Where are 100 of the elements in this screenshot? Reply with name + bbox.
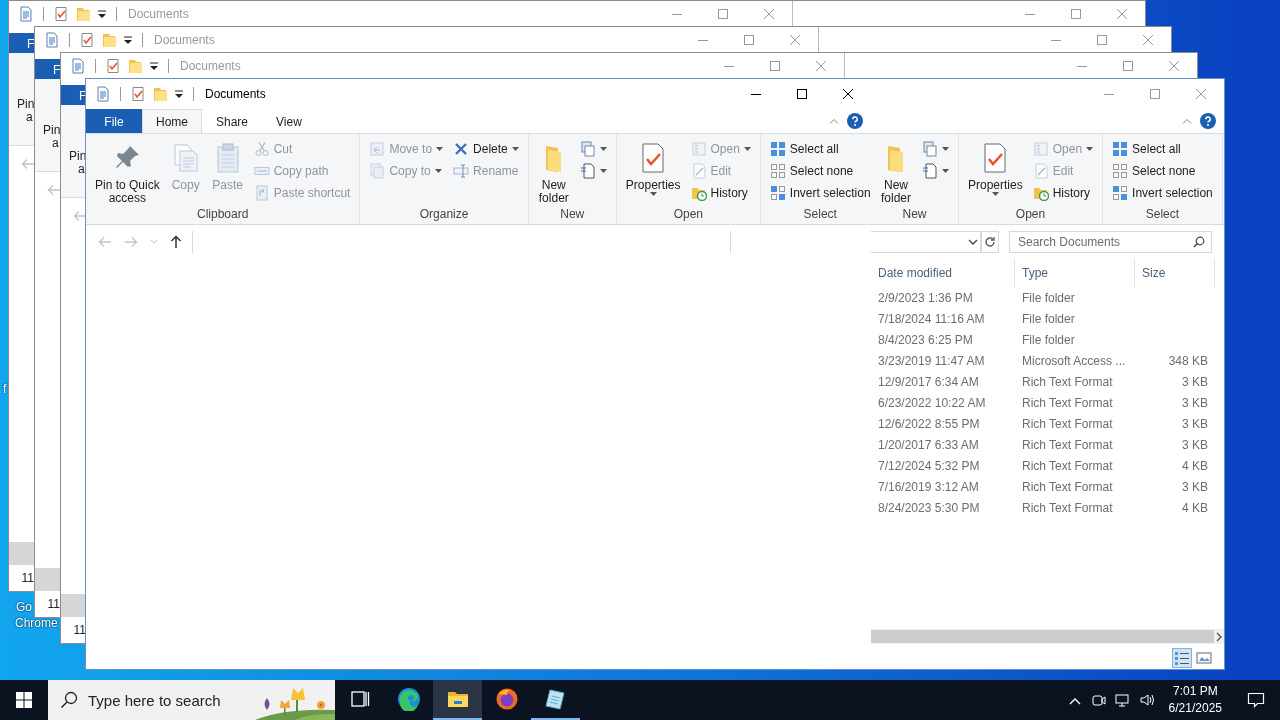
table-cell-text: 4 KB [1181,499,1209,517]
checkmark-icon[interactable] [105,58,121,74]
table-cell-text: 3/23/2019 11:47 AM [877,352,986,370]
pencil-page-icon [690,163,707,179]
checkmark-icon[interactable] [79,32,95,48]
invert-selection-button[interactable]: Invert selection [766,182,874,204]
invert-selection-button[interactable]: Invert selection [1109,182,1216,204]
new-folder-button[interactable]: New folder [534,138,573,205]
caret-icon[interactable] [149,61,159,71]
table-cell-text: 3 KB [1181,436,1209,454]
collapse-ribbon-icon[interactable] [829,118,839,124]
up-arrow-icon[interactable] [170,235,182,249]
help-icon[interactable] [847,113,863,129]
table-cell-text: 8/4/2023 6:25 PM [877,331,974,349]
document-icon[interactable] [70,58,86,74]
file-tab[interactable]: F [35,59,61,79]
task-view-icon [349,689,370,709]
scrollbar[interactable] [35,568,61,591]
grid-icon [1112,163,1129,179]
grid-icon [769,163,786,179]
search-field[interactable]: Search Documents [1009,231,1212,253]
close-icon[interactable] [843,89,853,99]
document-icon[interactable] [44,32,60,48]
group-label: New [559,206,586,223]
webcam-icon[interactable] [1090,692,1107,708]
scrollbar-thumb[interactable] [871,630,1214,643]
column-header[interactable]: Date modified [871,259,1015,287]
select-none-button[interactable]: Select none [766,160,874,182]
checkmark-icon[interactable] [53,6,69,22]
address-field[interactable] [192,231,731,253]
ribbon-tab[interactable]: Home [142,109,202,133]
pin-button[interactable]: Pin to Quick access [92,138,163,205]
notepad-icon [543,687,568,711]
grid-icon [1112,141,1129,157]
details-view-button[interactable] [1172,648,1192,668]
history-button[interactable]: History [687,182,754,204]
history-button[interactable]: History [1029,182,1097,204]
chevron-down-icon[interactable] [968,239,978,245]
row-text: 11 [20,570,35,587]
properties-button[interactable]: Properties [622,138,684,201]
pages-icon [922,141,938,157]
folder-icon[interactable] [152,86,168,102]
window-title: Documents [128,6,189,23]
back-arrow-icon[interactable] [47,184,61,196]
table-cell-text: 8/24/2023 5:30 PM [877,499,981,517]
table-cell-text: 12/9/2017 6:34 AM [877,373,980,391]
folder-clock-icon [1032,185,1049,201]
select-all-button[interactable]: Select all [1109,138,1216,160]
collapse-ribbon-icon[interactable] [1182,118,1192,124]
table-cell-text: 348 KB [1167,352,1209,370]
address-field[interactable] [871,231,981,253]
back-arrow-icon[interactable] [73,210,87,222]
document-icon[interactable] [18,6,34,22]
caret-icon[interactable] [174,89,184,99]
taskbar-button[interactable] [433,680,482,720]
grid-icon [769,185,786,201]
file-tab[interactable]: File [86,109,142,133]
properties-button[interactable]: Properties [965,138,1026,201]
document-icon[interactable] [95,86,111,102]
scrollbar[interactable] [61,594,87,617]
folder-icon[interactable] [101,32,117,48]
window-title: Documents [180,58,241,75]
table-cell-text: 4 KB [1181,457,1209,475]
table-cell-text: 3 KB [1181,478,1209,496]
ribbon-label: a [25,111,34,124]
select-none-button[interactable]: Select none [1109,160,1216,182]
refresh-icon[interactable] [984,236,996,248]
volume-icon[interactable] [1138,692,1155,708]
ribbon-tab[interactable]: View [262,109,316,133]
caret-icon[interactable] [97,9,107,19]
folder-icon[interactable] [127,58,143,74]
ribbon-label: Pin [42,124,61,137]
help-icon[interactable] [1200,113,1216,129]
back-arrow-icon[interactable] [21,158,35,170]
table-cell-text: Rich Text Format [1021,415,1114,433]
caret-icon[interactable] [123,35,133,45]
select-all-button[interactable]: Select all [766,138,874,160]
network-icon[interactable] [1114,692,1131,708]
ribbon-label: Pin [16,98,35,111]
grid-icon [769,141,786,157]
folder-icon[interactable] [75,6,91,22]
large-icons-view-icon [1196,650,1212,666]
row-text: 11 [46,596,61,613]
scroll-right-icon[interactable] [1214,631,1224,642]
new-folder-button[interactable]: New folder [877,138,915,205]
search-icon[interactable] [1193,236,1205,248]
column-header[interactable]: Type [1015,259,1135,287]
column-header[interactable]: Size [1135,259,1215,287]
clock[interactable]: 7:01 PM 6/21/2025 [1158,683,1232,717]
ribbon-tab[interactable]: Share [202,109,263,133]
group-label: Clipboard [196,206,250,223]
taskbar-search-box[interactable]: Type here to search [48,680,335,720]
delete-button[interactable]: Delete [450,138,522,160]
checkmark-icon[interactable] [130,86,146,102]
maximize-icon[interactable] [797,89,807,99]
table-cell-text: Microsoft Access ... [1021,352,1127,370]
group-label: Open [672,206,704,223]
scrollbar[interactable] [9,542,35,565]
table-cell-text: 6/23/2022 10:22 AM [877,394,987,412]
file-tab[interactable]: F [9,33,35,53]
